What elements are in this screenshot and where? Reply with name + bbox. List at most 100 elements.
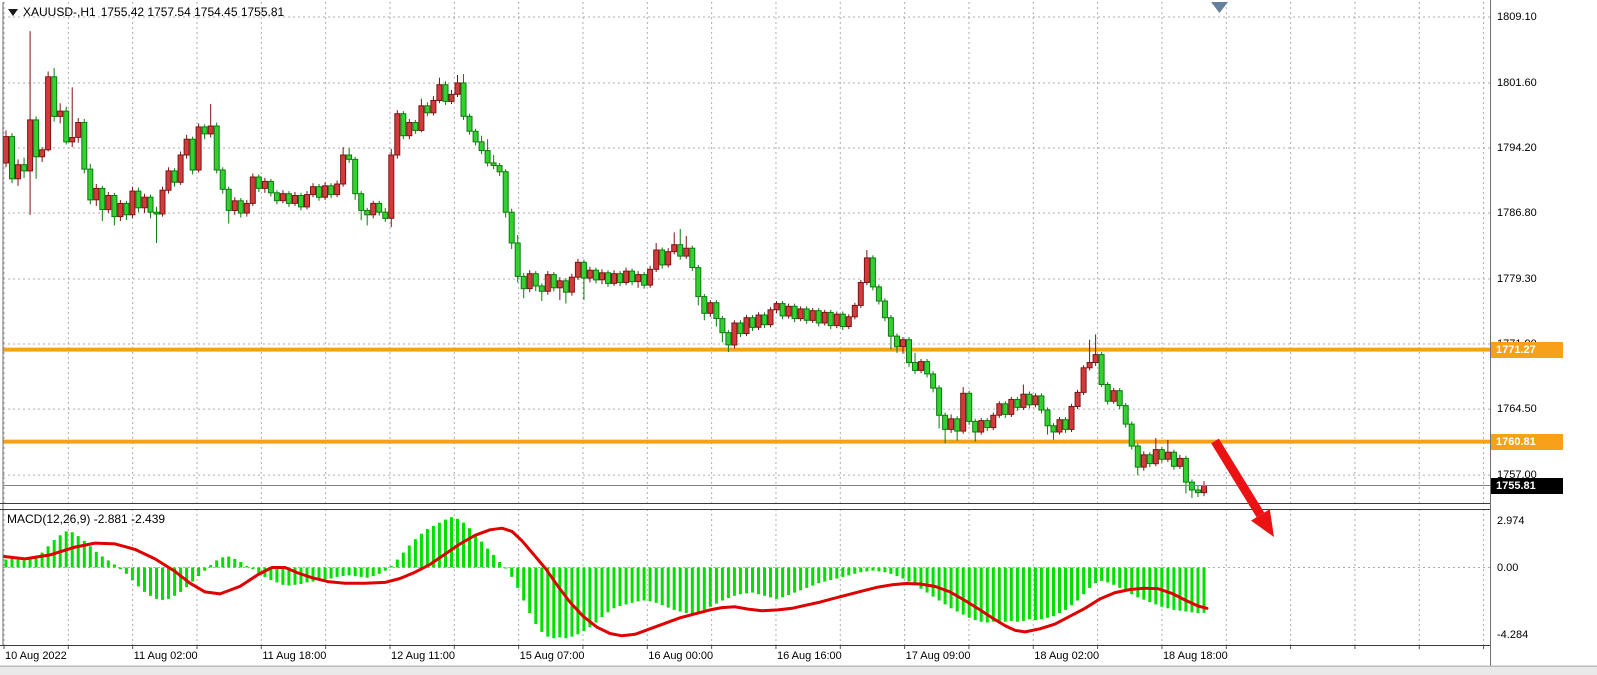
candle [329,186,334,195]
macd-histogram-bar [709,568,712,607]
candle [575,262,580,277]
candle [1171,452,1176,466]
candle [1027,394,1032,405]
macd-histogram-bar [727,568,730,599]
macd-histogram-bar [11,559,14,568]
candle [937,388,942,415]
candle [569,277,574,292]
candle [943,415,948,429]
candle [1003,404,1008,415]
macd-histogram-bar [908,568,911,582]
macd-histogram-bar [462,523,465,568]
candle [190,139,195,170]
time-axis-label: 11 Aug 02:00 [134,650,198,663]
support-price-tag: 1760.81 [1491,434,1563,450]
macd-histogram-bar [980,568,983,622]
candle [919,362,924,371]
macd-histogram-bar [167,568,170,599]
candles-layer[interactable] [4,31,1207,498]
macd-histogram-bar [733,568,736,596]
macd-histogram-bar [330,568,333,579]
macd-histogram-bar [378,568,381,574]
candle [293,196,298,204]
candle [792,306,797,318]
macd-histogram-bar [661,568,664,606]
macd-histogram-bar [649,568,652,602]
macd-histogram-bar [697,568,700,613]
candle [606,273,611,284]
macd-histogram-bar [877,568,880,572]
candle [618,274,623,283]
candle [479,142,484,151]
candle [1177,458,1182,466]
candle [678,245,683,256]
candle [473,131,478,142]
candle [750,318,755,328]
candle [256,177,261,188]
time-axis-label: 17 Aug 09:00 [906,650,971,663]
ohlc-values-label: 1755.42 1757.54 1754.45 1755.81 [101,5,285,19]
candle [118,203,123,216]
macd-histogram-bar [1028,568,1031,620]
macd-histogram-bar [540,568,543,632]
candle [666,252,671,265]
candle [280,194,285,201]
candle [425,106,430,113]
candle [1135,446,1140,467]
candle [545,275,550,292]
candle [395,114,400,155]
macd-histogram-bar [546,568,549,637]
macd-histogram-bar [1106,568,1109,583]
macd-histogram-bar [685,568,688,614]
candle [1141,455,1146,467]
macd-histogram-bar [17,560,20,568]
candle [786,306,791,316]
macd-histogram-bar [119,568,122,570]
macd-histogram-bar [932,568,935,597]
candle [130,191,135,215]
candle [587,270,592,278]
candle [148,197,153,212]
macd-histogram-bar [95,552,98,568]
candle [1081,368,1086,393]
time-axis-label: 10 Aug 2022 [5,650,67,663]
price-axis-label: 1794.20 [1497,142,1537,155]
candle [485,151,490,163]
chart-canvas[interactable] [0,0,1597,675]
macd-histogram-bar [655,568,658,603]
macd-histogram-bar [715,568,718,604]
macd-histogram-bar [516,568,519,588]
candle [347,155,352,159]
macd-histogram-bar [239,562,242,568]
macd-histogram-bar [739,568,742,595]
candle [720,319,725,333]
candle [696,268,701,297]
candle [124,203,129,214]
candle [112,196,117,217]
candle [449,94,454,101]
macd-histogram-bar [534,568,537,625]
candle [630,271,635,282]
macd-histogram-bar [1004,568,1007,622]
candle [377,203,382,212]
candle [70,138,75,142]
macd-histogram-bar [1190,568,1193,613]
candle [335,184,340,195]
macd-histogram-bar [1148,568,1151,603]
candle [581,262,586,278]
candle [136,191,141,208]
macd-histogram-bar [336,568,339,577]
candle [184,139,189,155]
macd-histogram-bar [191,568,194,582]
macd-histogram-bar [342,568,345,577]
candle [684,248,689,256]
candle [557,281,562,288]
time-axis-label: 12 Aug 11:00 [391,650,455,663]
macd-histogram-bar [673,568,676,610]
candle [76,123,81,138]
candle [660,250,665,265]
candle [497,166,502,172]
macd-histogram-bar [251,568,254,570]
macd-histogram-bar [444,520,447,568]
macd-histogram-bar [576,568,579,635]
